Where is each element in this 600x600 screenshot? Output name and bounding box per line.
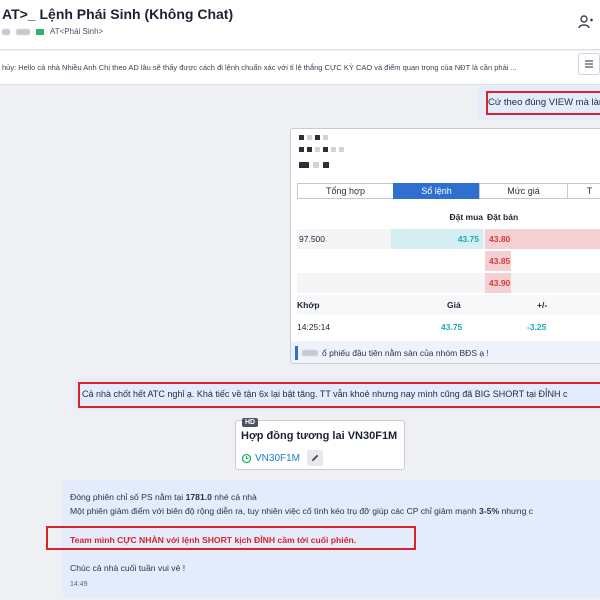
blurred-header [299,135,328,140]
match-header-row: Khớp Giá +/- [297,295,600,315]
pixel [331,147,336,152]
blurred-subheader [299,147,344,152]
pixel [339,147,344,152]
blurred-text [16,28,30,35]
detail-line: Một phiên giảm điểm với biên độ rộng diễ… [70,506,533,516]
pixel [299,135,304,140]
card-caption: ổ phiếu đầu tiên nằm sàn của nhóm BĐS ạ … [291,341,600,363]
caption-bar [295,346,298,360]
message-time: 14:49 [70,581,88,588]
chat-header: AT>_ Lệnh Phái Sinh (Không Chat) AT<Phái… [0,0,600,50]
match-row: 14:25:14 43.75 -3.25 [297,317,600,337]
message-bubble[interactable]: Cả nhà chốt hết ATC nghỉ ạ. Khá tiếc về … [74,378,600,410]
contract-link[interactable]: VN30F1M [241,450,324,466]
order-tabs: Tổng hợp Sổ lệnh Mức giá T [297,183,600,199]
chat-title: AT>_ Lệnh Phái Sinh (Không Chat) [2,6,234,22]
contract-card[interactable]: HD Hợp đồng tương lai VN30F1M VN30F1M [235,418,405,470]
match-time: 14:25:14 [297,322,331,332]
text-segment: Đóng phiên chỉ số PS nằm tại [70,492,186,502]
col-buy-header: Đặt mua [449,212,483,222]
blurred-text [2,28,10,35]
pixel [323,135,328,140]
tab-so-lenh[interactable]: Sổ lệnh [393,183,479,199]
table-row: 43.90 [297,273,600,293]
sell-price: 43.85 [485,251,511,271]
message-bubble[interactable]: Cứ theo đúng VIEW mà làm [478,86,600,120]
chat-subtitle: AT<Phái Sinh> [2,27,103,36]
members-icon[interactable] [578,14,594,30]
blurred-line [299,162,329,168]
sell-price: 43.90 [485,273,511,293]
index-value: 1781.0 [185,492,212,502]
pixel [315,147,320,152]
closing-line: Chúc cả nhà cuối tuần vui vẻ ! [70,563,186,573]
contract-title: Hợp đồng tương lai VN30F1M [241,430,398,442]
edit-button[interactable] [307,450,324,466]
list-icon [585,60,593,68]
match-price-header: Giá [447,300,461,310]
percent-value: 3-5% [479,506,500,516]
hd-badge: HD [242,418,259,427]
col-sell-header: Đặt bán [487,212,519,222]
book-header-row: Đặt mua Đặt bán [297,207,600,227]
summary-line: Đóng phiên chỉ số PS nằm tại 1781.0 nhé … [70,492,257,502]
match-change-header: +/- [537,300,548,310]
text-segment: nhưng c [499,506,534,516]
blurred-text [302,350,318,356]
pixel [299,162,309,168]
group-tag[interactable]: AT<Phái Sinh> [50,27,103,36]
contract-symbol: VN30F1M [255,452,301,464]
pixel [323,147,328,152]
table-row: 43.85 [297,251,600,271]
message-text: Cả nhà chốt hết ATC nghỉ ạ. Khá tiếc về … [82,389,568,399]
match-change: -3.25 [527,322,547,332]
pinned-message-bar[interactable]: hủy: Hello cả nhà Nhiều Anh Chị theo AD … [0,51,600,85]
tag-icon [36,28,44,35]
match-label: Khớp [297,300,320,310]
tab-tong-hop[interactable]: Tổng hợp [297,183,393,199]
pixel [299,147,304,152]
buy-price: 43.75 [391,229,483,249]
tab-muc-gia[interactable]: Mức giá [479,183,567,199]
pinned-message-text: hủy: Hello cả nhà Nhiều Anh Chị theo AD … [2,63,517,72]
refresh-icon [241,453,252,463]
highlight-line: Team mình CỰC NHÀN với lệnh SHORT kịch Đ… [70,535,357,545]
pixel [307,147,312,152]
pixel [323,162,329,168]
pinned-menu-button[interactable] [578,53,600,75]
message-text: Cứ theo đúng VIEW mà làm [488,97,600,108]
pixel [315,135,320,140]
table-row: 97.500 43.75 43.80 [297,229,600,249]
pixel [307,135,312,140]
text-segment: nhé cả nhà [211,492,257,502]
row-volume: 97.500 [299,234,325,244]
caption-text: ổ phiếu đầu tiên nằm sàn của nhóm BĐS ạ … [322,348,489,358]
match-price: 43.75 [441,322,463,332]
pencil-icon [312,454,319,461]
text-segment: Một phiên giảm điểm với biên độ rộng diễ… [70,506,480,516]
pixel [313,162,319,168]
order-book-card[interactable]: Tổng hợp Sổ lệnh Mức giá T Đặt mua Đặt b… [290,128,600,364]
tab-more[interactable]: T [567,183,600,199]
sell-price: 43.80 [485,229,600,249]
message-bubble[interactable]: Đóng phiên chỉ số PS nằm tại 1781.0 nhé … [46,480,600,598]
